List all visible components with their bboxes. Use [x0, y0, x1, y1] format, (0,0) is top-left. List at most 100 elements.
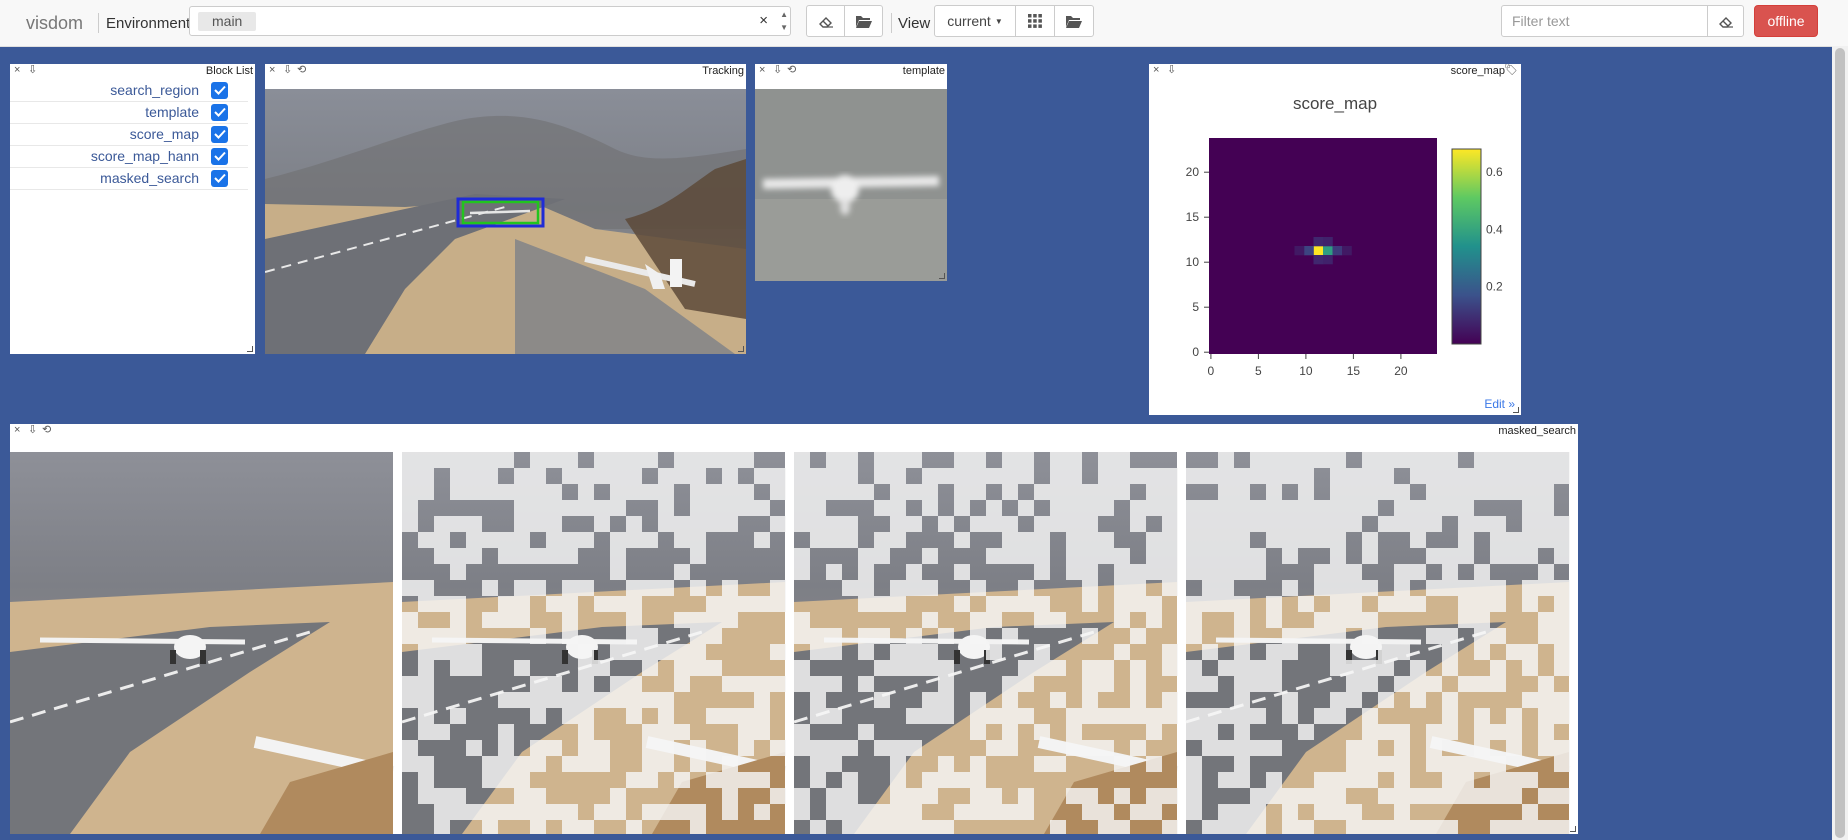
list-item[interactable]: masked_search — [10, 167, 248, 190]
page-scrollbar-thumb[interactable] — [1835, 48, 1845, 838]
pane-resize-handle[interactable] — [738, 346, 744, 352]
pane-resize-handle[interactable] — [1513, 407, 1519, 413]
mask-patch — [1098, 532, 1114, 548]
close-pane-icon[interactable]: × — [14, 64, 20, 77]
masked-search-image[interactable] — [1186, 452, 1570, 834]
close-pane-icon[interactable]: × — [759, 64, 765, 77]
mask-patch — [1250, 708, 1266, 724]
download-pane-icon[interactable]: ⇩ — [283, 64, 292, 77]
mask-patch — [810, 756, 826, 772]
mask-patch — [1266, 452, 1282, 468]
list-item[interactable]: search_region — [10, 79, 248, 102]
mask-patch — [1282, 820, 1298, 834]
block-checkbox[interactable] — [211, 125, 228, 143]
manage-views-button[interactable] — [1054, 5, 1094, 37]
download-pane-icon[interactable]: ⇩ — [28, 424, 37, 437]
mask-patch — [794, 468, 810, 484]
mask-patch — [1442, 468, 1458, 484]
mask-patch — [1554, 692, 1570, 708]
environment-chip[interactable]: main — [198, 12, 257, 31]
pane-titlebar[interactable]: × ⇩ ⟲ masked_search — [10, 424, 1578, 438]
block-checkbox[interactable] — [211, 103, 228, 121]
list-item[interactable]: score_map_hann — [10, 145, 248, 168]
close-pane-icon[interactable]: × — [14, 424, 20, 437]
mask-patch — [626, 468, 642, 484]
brand-logo[interactable]: visdom — [26, 0, 83, 46]
mask-patch — [1234, 596, 1250, 612]
download-pane-icon[interactable]: ⇩ — [773, 64, 782, 77]
mask-patch — [1362, 660, 1378, 676]
reset-pane-icon[interactable]: ⟲ — [787, 64, 796, 77]
mask-patch — [1050, 756, 1066, 772]
mask-patch — [1474, 708, 1490, 724]
list-item[interactable]: template — [10, 101, 248, 124]
mask-patch — [1538, 628, 1554, 644]
mask-patch — [1506, 484, 1522, 500]
mask-patch — [1250, 788, 1266, 804]
repack-view-button[interactable] — [1015, 5, 1055, 37]
mask-patch — [1474, 612, 1490, 628]
template-image[interactable] — [755, 89, 947, 281]
mask-patch — [970, 692, 986, 708]
pane-titlebar[interactable]: × ⇩ ⟲ Tracking — [265, 64, 746, 78]
block-checkbox[interactable] — [211, 169, 228, 187]
mask-patch — [1002, 484, 1018, 500]
mask-patch — [1098, 548, 1114, 564]
block-checkbox[interactable] — [211, 147, 228, 165]
mask-patch — [1082, 692, 1098, 708]
clear-filter-button[interactable] — [1707, 5, 1744, 37]
reset-pane-icon[interactable]: ⟲ — [297, 64, 306, 77]
mask-patch — [810, 708, 826, 724]
mask-patch — [1458, 468, 1474, 484]
masked-search-images[interactable] — [10, 452, 1578, 834]
close-pane-icon[interactable]: × — [269, 64, 275, 77]
pane-titlebar[interactable]: × ⇩ Block List — [10, 64, 255, 78]
view-dropdown[interactable]: current ▼ — [934, 5, 1016, 37]
download-pane-icon[interactable]: ⇩ — [28, 64, 37, 77]
masked-search-image[interactable] — [10, 452, 393, 834]
filter-text-input[interactable] — [1501, 5, 1708, 37]
mask-patch — [1282, 548, 1298, 564]
clear-environment-icon[interactable]: × — [759, 12, 768, 29]
mask-patch — [1314, 564, 1330, 580]
clear-environment-button[interactable] — [806, 5, 845, 37]
pane-resize-handle[interactable] — [1570, 826, 1576, 832]
pane-resize-handle[interactable] — [939, 273, 945, 279]
reset-pane-icon[interactable]: ⟲ — [42, 424, 51, 437]
block-checkbox[interactable] — [211, 81, 228, 99]
tracking-image[interactable] — [265, 89, 746, 354]
pane-resize-handle[interactable] — [247, 346, 253, 352]
mask-patch — [1186, 628, 1202, 644]
mask-patch — [1394, 740, 1410, 756]
mask-patch — [1554, 452, 1570, 468]
navbar: visdom Environment main × ▲ ▼ View curre… — [0, 0, 1848, 47]
edit-plot-link[interactable]: Edit » — [1484, 397, 1515, 411]
chevron-down-icon[interactable]: ▼ — [780, 23, 788, 32]
list-item[interactable]: score_map — [10, 123, 248, 146]
mask-patch — [1330, 548, 1346, 564]
score-map-chart[interactable]: score_map 0 5 10 15 20 0 5 10 15 20 0.2 0.4 0.6 — [1149, 64, 1521, 415]
mask-patch — [1034, 596, 1050, 612]
mask-patch — [1250, 500, 1266, 516]
mask-patch — [1442, 692, 1458, 708]
mask-patch — [858, 484, 874, 500]
masked-search-image[interactable] — [794, 452, 1178, 834]
score-map-pane: × ⇩ score_map 🏷 score_map 0 5 10 15 20 0 5 10 1… — [1149, 64, 1521, 415]
pane-titlebar[interactable]: × ⇩ ⟲ template — [755, 64, 947, 78]
mask-patch — [938, 468, 954, 484]
mask-patch — [1266, 612, 1282, 628]
connection-status-button[interactable]: offline — [1754, 5, 1818, 37]
environment-select[interactable]: main × ▲ ▼ — [189, 6, 791, 36]
chevron-up-icon[interactable]: ▲ — [780, 10, 788, 19]
manage-environments-button[interactable] — [844, 5, 883, 37]
mask-patch — [738, 724, 754, 740]
mask-patch — [1186, 788, 1202, 804]
mask-patch — [418, 580, 434, 596]
mask-patch — [842, 820, 858, 834]
mask-patch — [578, 676, 594, 692]
mask-patch — [826, 788, 842, 804]
masked-search-image[interactable] — [402, 452, 786, 834]
mask-patch — [418, 628, 434, 644]
mask-patch — [690, 740, 706, 756]
mask-patch — [1282, 788, 1298, 804]
